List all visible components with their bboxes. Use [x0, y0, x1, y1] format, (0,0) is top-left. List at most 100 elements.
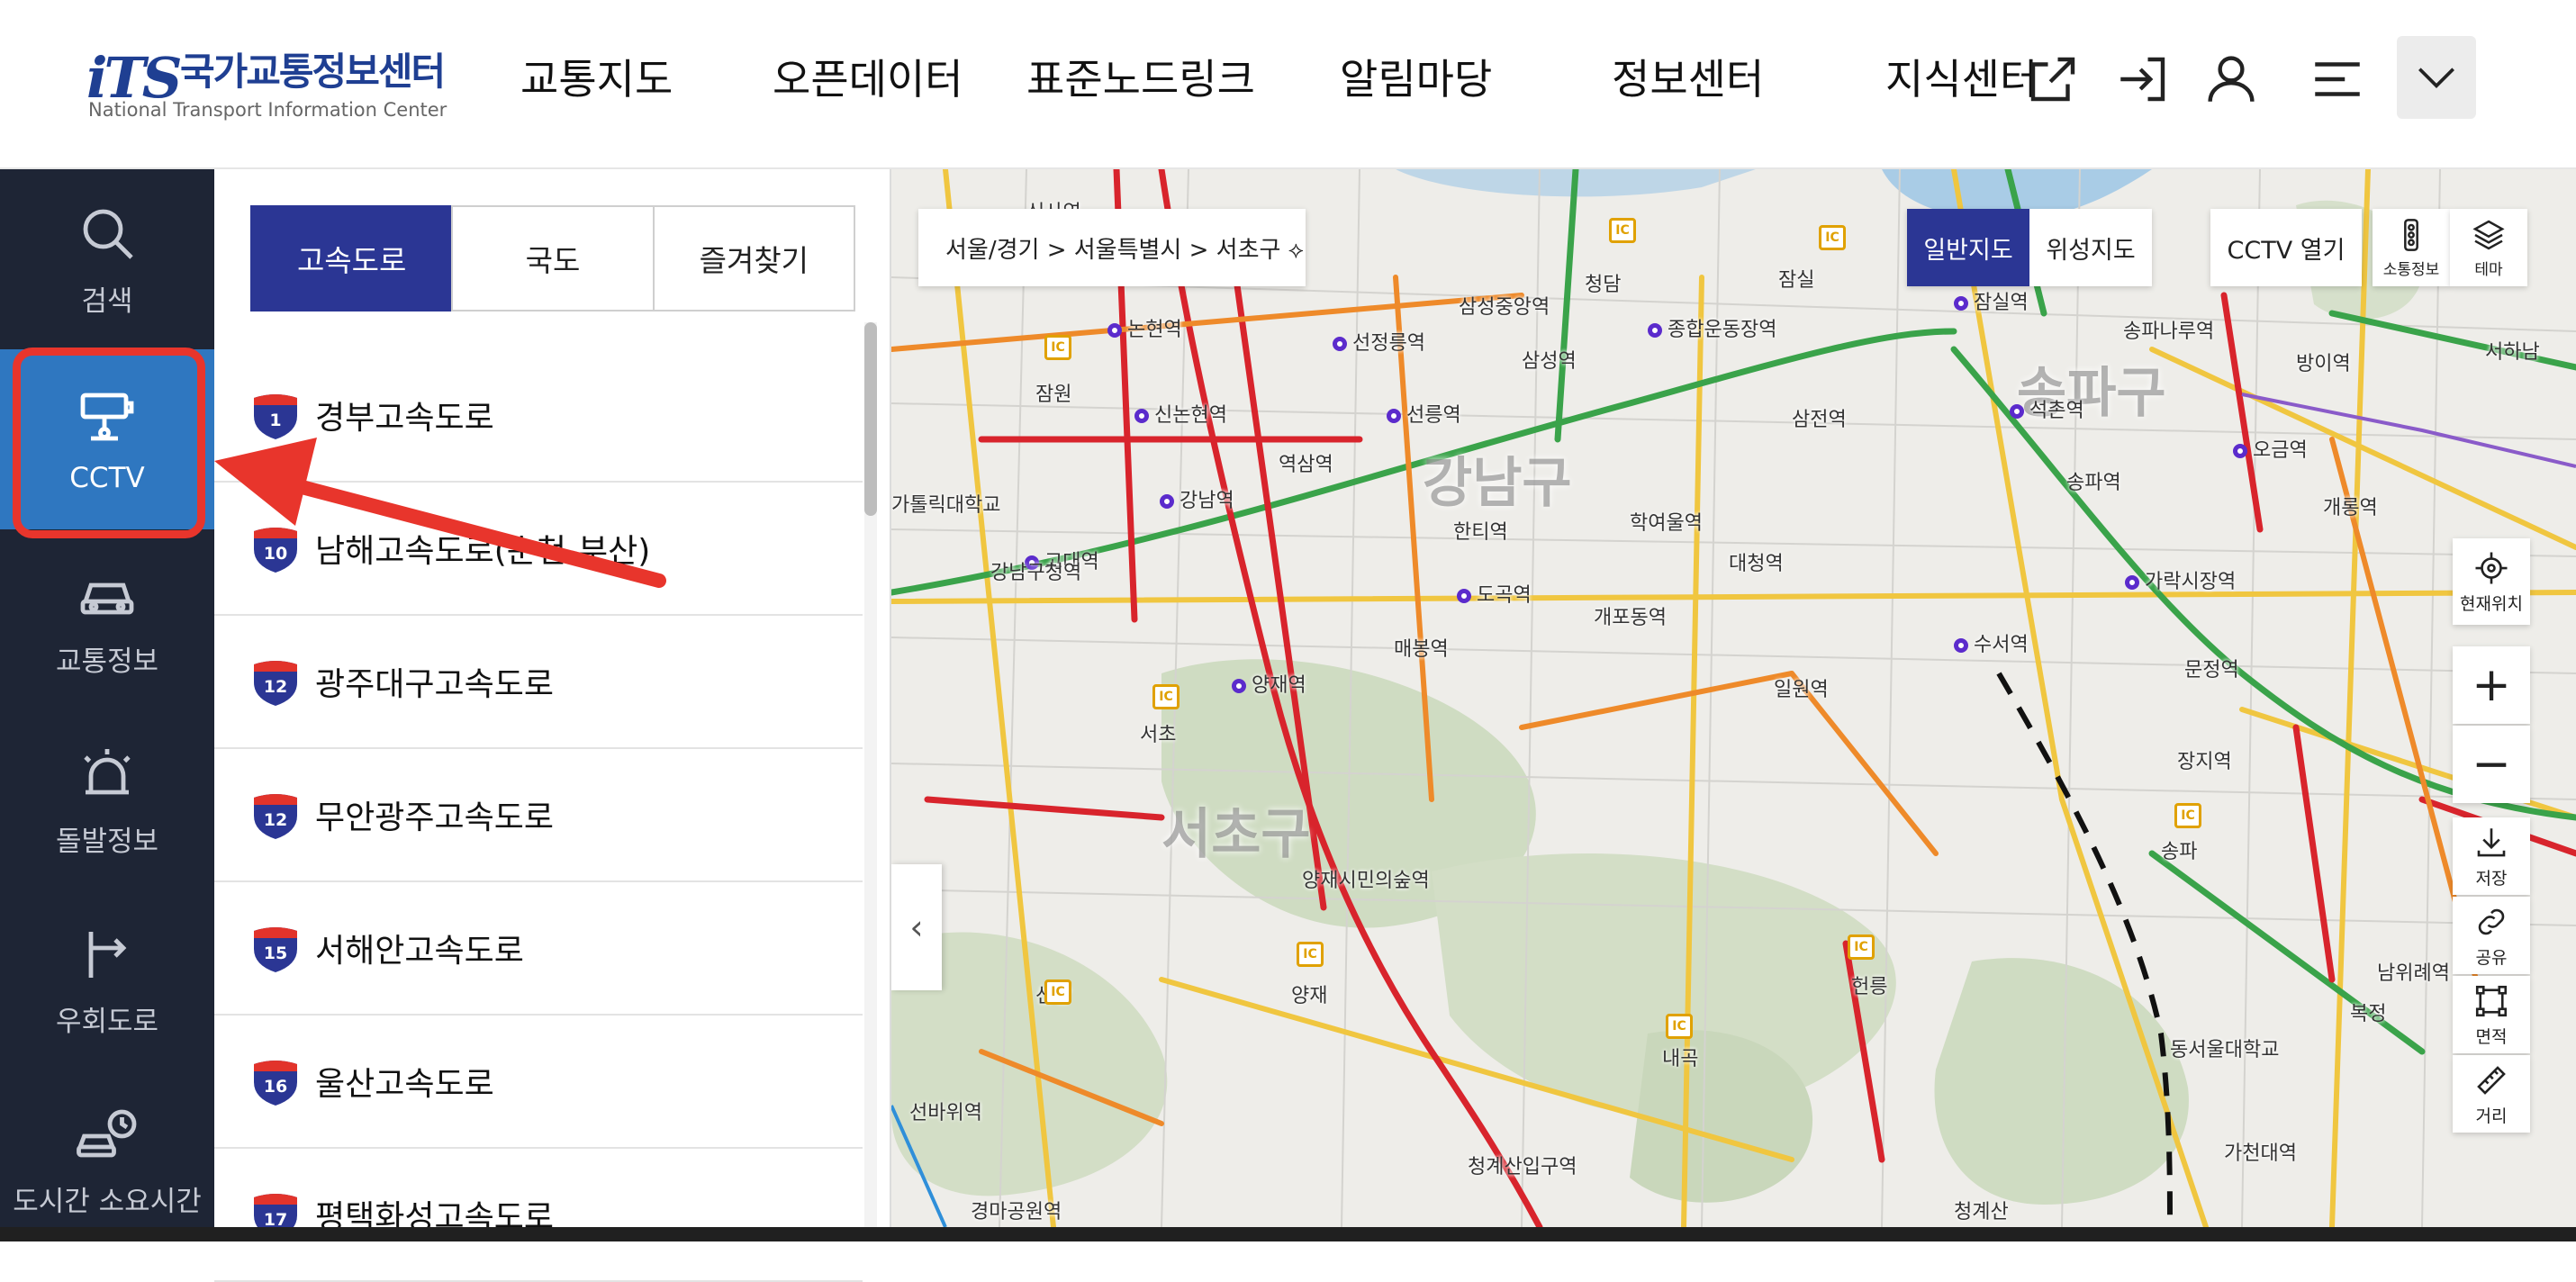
map-place-label: 동서울대학교: [2170, 1039, 2280, 1061]
nav-open-data[interactable]: 오픈데이터: [773, 47, 963, 106]
rail-item-detour[interactable]: 우회도로: [0, 889, 214, 1070]
district-label: 강남구: [1423, 452, 1572, 515]
search-icon: [83, 209, 133, 259]
list-item[interactable]: 12 광주대구고속도로: [214, 616, 863, 749]
region-breadcrumb[interactable]: 서울/경기 > 서울특별시 > 서초구 ⟡: [918, 209, 1306, 286]
map-place-label: 선릉역: [1387, 399, 1461, 428]
zoom-out-button[interactable]: −: [2453, 726, 2530, 803]
map-place-label: 청계산입구역: [1468, 1156, 1577, 1178]
traffic-info-toggle-button[interactable]: 소통정보: [2373, 209, 2450, 286]
route-name: 울산고속도로: [315, 1066, 494, 1103]
tool-label: 테마: [2474, 260, 2503, 279]
login-icon[interactable]: [2111, 47, 2175, 112]
map-place-label: 잠실: [1778, 269, 1815, 292]
map-place-label: 논현역: [1107, 313, 1182, 342]
map-place-label: 양재역: [1232, 669, 1306, 698]
map-place-label: 가락시장역: [2125, 565, 2236, 594]
map-place-label: 내곡: [1662, 1048, 1699, 1070]
rail-item-label: 우회도로: [55, 1005, 159, 1038]
user-icon[interactable]: [2199, 47, 2264, 112]
map-place-label: 남위례역: [2377, 962, 2450, 985]
map-place-label: 역삼역: [1279, 454, 1333, 476]
expressway-list: 1 경부고속도로 10 남해고속도로(순천-부산) 12 광주대구고속도로 12…: [214, 349, 863, 1282]
detour-icon: [88, 931, 127, 978]
tool-label: 면적: [2475, 1026, 2508, 1047]
rail-item-label: 교통정보: [55, 645, 159, 678]
area-measure-button[interactable]: 면적: [2453, 976, 2530, 1053]
nav-traffic-map[interactable]: 교통지도: [520, 47, 673, 106]
map-place-label: 양재: [1291, 985, 1328, 1007]
tool-label: 소통정보: [2382, 260, 2440, 279]
ic-marker-icon: IC: [1609, 218, 1636, 243]
nav-notice[interactable]: 알림마당: [1340, 47, 1492, 106]
nav-knowledge-center[interactable]: 지식센터: [1885, 47, 2038, 106]
traffic-map[interactable]: 강남구 서초구 송파구 논현역 신논현역 강남역 역삼역 선정릉역 선릉역 삼성…: [891, 169, 2576, 1227]
tab-favorites[interactable]: 즐겨찾기: [652, 205, 855, 311]
ic-marker-icon: IC: [1848, 934, 1875, 960]
map-place-label: 방이역: [2296, 353, 2351, 375]
district-label: 서초구: [1161, 803, 1311, 866]
map-place-label: 헌릉: [1851, 976, 1888, 998]
panel-collapse-button[interactable]: ‹: [891, 864, 942, 990]
header-expand-button[interactable]: [2397, 36, 2476, 119]
rail-item-cctv[interactable]: CCTV: [0, 349, 214, 529]
tab-expressway[interactable]: 고속도로: [250, 205, 454, 311]
theme-layers-button[interactable]: 테마: [2450, 209, 2527, 286]
ic-marker-icon: IC: [2174, 803, 2201, 828]
its-logo[interactable]: iTS 국가교통정보센터 National Transport Informat…: [86, 41, 447, 128]
distance-measure-button[interactable]: 거리: [2453, 1055, 2530, 1133]
list-item[interactable]: 16 울산고속도로: [214, 1016, 863, 1149]
map-place-label: 선정릉역: [1333, 327, 1425, 356]
tool-label: 저장: [2475, 868, 2508, 889]
area-icon: [2475, 985, 2508, 1016]
ic-marker-icon: IC: [1152, 684, 1180, 709]
rail-item-incident[interactable]: 돌발정보: [0, 709, 214, 889]
list-item[interactable]: 17 평택화성고속도로: [214, 1149, 863, 1282]
map-type-normal-button[interactable]: 일반지도: [1907, 209, 2029, 286]
external-link-icon[interactable]: [2020, 47, 2085, 112]
current-location-button[interactable]: 현재위치: [2453, 538, 2530, 625]
route-shield-icon: 12: [252, 790, 299, 839]
map-type-satellite-button[interactable]: 위성지도: [2029, 209, 2152, 286]
menu-icon[interactable]: [2305, 47, 2370, 112]
list-scrollbar-thumb[interactable]: [864, 322, 877, 516]
ic-marker-icon: IC: [1666, 1014, 1693, 1039]
map-place-label: 삼성역: [1522, 350, 1577, 373]
rail-item-label: 돌발정보: [55, 825, 159, 858]
logo-title-en: National Transport Information Center: [88, 99, 447, 121]
ic-marker-icon: IC: [1044, 335, 1071, 360]
route-shield-icon: 16: [252, 1057, 299, 1106]
crosshair-icon: [2475, 552, 2508, 583]
map-type-toggle: 일반지도 위성지도: [1907, 209, 2152, 286]
list-item[interactable]: 10 남해고속도로(순천-부산): [214, 483, 863, 616]
open-cctv-button[interactable]: CCTV 열기: [2210, 209, 2362, 286]
rail-item-traffic-info[interactable]: 교통정보: [0, 529, 214, 709]
list-item[interactable]: 15 서해안고속도로: [214, 882, 863, 1016]
map-place-label: 삼전역: [1792, 409, 1847, 431]
window-bottom-edge: [0, 1227, 2576, 1241]
route-name: 무안광주고속도로: [315, 799, 554, 836]
cctv-icon: [80, 393, 134, 441]
ruler-icon: [2477, 1065, 2506, 1095]
rail-item-search[interactable]: 검색: [0, 169, 214, 349]
list-item[interactable]: 12 무안광주고속도로: [214, 749, 863, 882]
rail-item-label: 검색: [81, 284, 133, 318]
rail-item-label: CCTV: [69, 462, 145, 494]
tab-national-road[interactable]: 국도: [451, 205, 655, 311]
layers-icon: [2472, 220, 2505, 249]
map-place-label: 오금역: [2233, 434, 2308, 463]
logo-title-ko: 국가교통정보센터: [180, 50, 446, 94]
cctv-route-panel: 고속도로 국도 즐겨찾기 1 경부고속도로 10 남해고속도로(순천-부산) 1…: [214, 169, 891, 1282]
rail-item-intercity-time[interactable]: 도시간 소요시간: [0, 1070, 214, 1250]
zoom-in-button[interactable]: +: [2453, 646, 2530, 724]
top-header: iTS 국가교통정보센터 National Transport Informat…: [0, 0, 2576, 169]
route-shield-icon: 15: [252, 924, 299, 972]
list-item[interactable]: 1 경부고속도로: [214, 349, 863, 483]
nav-info-center[interactable]: 정보센터: [1612, 47, 1764, 106]
share-button[interactable]: 공유: [2453, 897, 2530, 974]
map-place-label: 문정역: [2184, 659, 2239, 682]
map-place-label: 송파: [2161, 841, 2198, 863]
link-icon: [2478, 908, 2505, 934]
nav-standard-node-link[interactable]: 표준노드링크: [1026, 47, 1255, 106]
save-button[interactable]: 저장: [2453, 817, 2530, 895]
